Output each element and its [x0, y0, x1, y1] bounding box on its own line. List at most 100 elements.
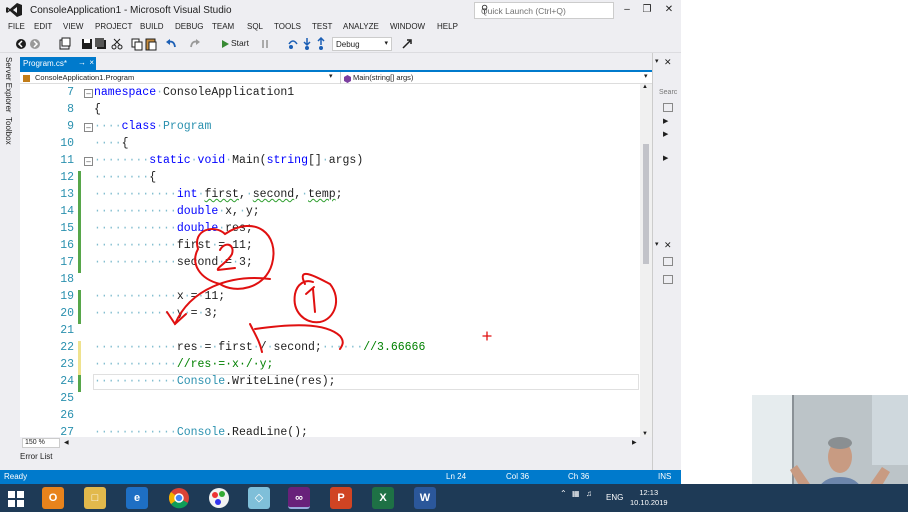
menu-file[interactable]: FILE [8, 22, 25, 31]
paint-icon[interactable] [208, 487, 230, 509]
save-icon[interactable] [80, 37, 94, 51]
taskbar-clock[interactable]: 12:13 10.10.2019 [630, 488, 668, 508]
pause-icon[interactable] [258, 37, 272, 51]
cut-icon[interactable] [110, 37, 124, 51]
menu-tools[interactable]: TOOLS [274, 22, 301, 31]
clock-date: 10.10.2019 [630, 498, 668, 507]
member-dropdown[interactable]: Main(string[] args) [350, 72, 650, 84]
excel-icon[interactable]: X [372, 487, 394, 509]
zoom-value: 150 % [25, 439, 45, 446]
line-number: 26 [60, 409, 74, 422]
class-dropdown[interactable]: ConsoleApplication1.Program [32, 72, 352, 84]
solution-configuration-dropdown[interactable]: Debug ▾ [332, 37, 392, 51]
attach-icon[interactable] [400, 37, 414, 51]
collapse-icon[interactable]: – [84, 89, 93, 98]
expand-arrow-icon[interactable]: ▶ [663, 130, 668, 138]
chrome-icon[interactable] [168, 487, 190, 509]
redo-icon[interactable] [188, 37, 202, 51]
scroll-left-icon[interactable]: ◀ [64, 439, 69, 446]
quick-launch-input[interactable]: Quick Launch (Ctrl+Q) ⚲ [474, 2, 614, 19]
scrollbar-thumb[interactable] [643, 144, 649, 264]
solution-search-input[interactable]: Searc [659, 89, 677, 96]
code-line-9: ····class·Program [94, 120, 212, 133]
scroll-right-icon[interactable]: ▶ [632, 439, 637, 446]
left-tool-tabs: Server Explorer Toolbox [0, 53, 20, 473]
menu-sql[interactable]: SQL [247, 22, 263, 31]
start-icon[interactable] [218, 37, 232, 51]
new-project-icon[interactable] [58, 37, 72, 51]
close-panel-icon[interactable]: ✕ [664, 57, 672, 68]
zoom-dropdown[interactable]: 150 % [22, 438, 60, 448]
expand-arrow-icon[interactable]: ▶ [663, 154, 668, 162]
line-number: 16 [60, 239, 74, 252]
menu-team[interactable]: TEAM [212, 22, 234, 31]
minimize-button[interactable]: – [616, 2, 638, 18]
line-number: 10 [60, 137, 74, 150]
code-line-15: ············double·res; [94, 222, 253, 235]
undo-icon[interactable] [164, 37, 178, 51]
menu-build[interactable]: BUILD [140, 22, 164, 31]
scroll-up-icon[interactable]: ▲ [642, 84, 648, 90]
insert-mode-indicator: INS [658, 472, 672, 481]
network-icon[interactable]: ▦ [572, 489, 580, 498]
vertical-scrollbar[interactable]: ▲ ▼ [640, 84, 652, 437]
panel-pin-icon[interactable]: ▾ [655, 240, 659, 248]
outlook-icon[interactable]: O [42, 487, 64, 509]
maximize-button[interactable]: ❐ [636, 2, 658, 18]
word-icon[interactable]: W [414, 487, 436, 509]
menu-debug[interactable]: DEBUG [175, 22, 203, 31]
server-explorer-tab[interactable]: Server Explorer [4, 57, 13, 113]
notes-icon[interactable]: ◇ [248, 487, 270, 509]
change-marker [78, 290, 81, 324]
line-number: 19 [60, 290, 74, 303]
code-line-14: ············double·x,·y; [94, 205, 260, 218]
chevron-up-icon[interactable]: ⌃ [560, 489, 567, 498]
menu-view[interactable]: VIEW [63, 22, 83, 31]
solution-icon[interactable] [663, 103, 673, 112]
step-into-icon[interactable] [300, 37, 314, 51]
panel-pin-icon[interactable]: ▾ [655, 57, 659, 65]
save-all-icon[interactable] [94, 37, 108, 51]
file-explorer-icon[interactable]: □ [84, 487, 106, 509]
line-number: 11 [60, 154, 74, 167]
clock-time: 12:13 [639, 488, 659, 497]
volume-icon[interactable]: ♫ [586, 489, 592, 498]
menu-edit[interactable]: EDIT [34, 22, 52, 31]
right-tool-panel: ✕ ▾ Searc ▶ ▶ ▶ ✕ ▾ [652, 53, 681, 473]
powerpoint-icon[interactable]: P [330, 487, 352, 509]
window-title: ConsoleApplication1 - Microsoft Visual S… [30, 5, 232, 16]
close-window-button[interactable]: ✕ [658, 2, 680, 18]
forward-icon[interactable] [28, 37, 42, 51]
start-button[interactable]: Start [231, 38, 249, 48]
visual-studio-logo-icon [6, 3, 22, 17]
toolbox-tab[interactable]: Toolbox [4, 117, 13, 145]
internet-explorer-icon[interactable]: e [126, 487, 148, 509]
pin-icon[interactable]: → [78, 58, 86, 67]
step-out-icon[interactable] [314, 37, 328, 51]
language-indicator[interactable]: ENG [606, 493, 623, 502]
code-line-13: ············int·first,·second,·temp; [94, 188, 343, 201]
code-line-23: ············//res·=·x·/·y; [94, 358, 274, 371]
properties-icon[interactable] [663, 275, 673, 284]
visual-studio-taskbar-icon[interactable]: ∞ [288, 487, 310, 509]
step-over-icon[interactable] [286, 37, 300, 51]
chevron-down-icon: ▾ [329, 73, 333, 80]
collapse-icon[interactable]: – [84, 157, 93, 166]
back-icon[interactable] [14, 37, 28, 51]
copy-icon[interactable] [130, 37, 144, 51]
collapse-icon[interactable]: – [84, 123, 93, 132]
paste-icon[interactable] [144, 37, 158, 51]
properties-icon[interactable] [663, 257, 673, 266]
close-tab-icon[interactable]: × [89, 58, 94, 67]
menu-test[interactable]: TEST [312, 22, 332, 31]
menu-analyze[interactable]: ANALYZE [343, 22, 379, 31]
expand-arrow-icon[interactable]: ▶ [663, 117, 668, 125]
close-panel-icon[interactable]: ✕ [664, 240, 672, 251]
menu-project[interactable]: PROJECT [95, 22, 132, 31]
error-list-tab[interactable]: Error List [20, 452, 52, 461]
menu-window[interactable]: WINDOW [390, 22, 425, 31]
tab-program-cs[interactable]: Program.cs* → × [20, 57, 96, 71]
code-editor[interactable]: 7 8 9 10 11 12 13 14 15 16 17 18 19 20 2… [20, 84, 652, 437]
windows-start-icon[interactable] [8, 491, 24, 507]
menu-help[interactable]: HELP [437, 22, 458, 31]
